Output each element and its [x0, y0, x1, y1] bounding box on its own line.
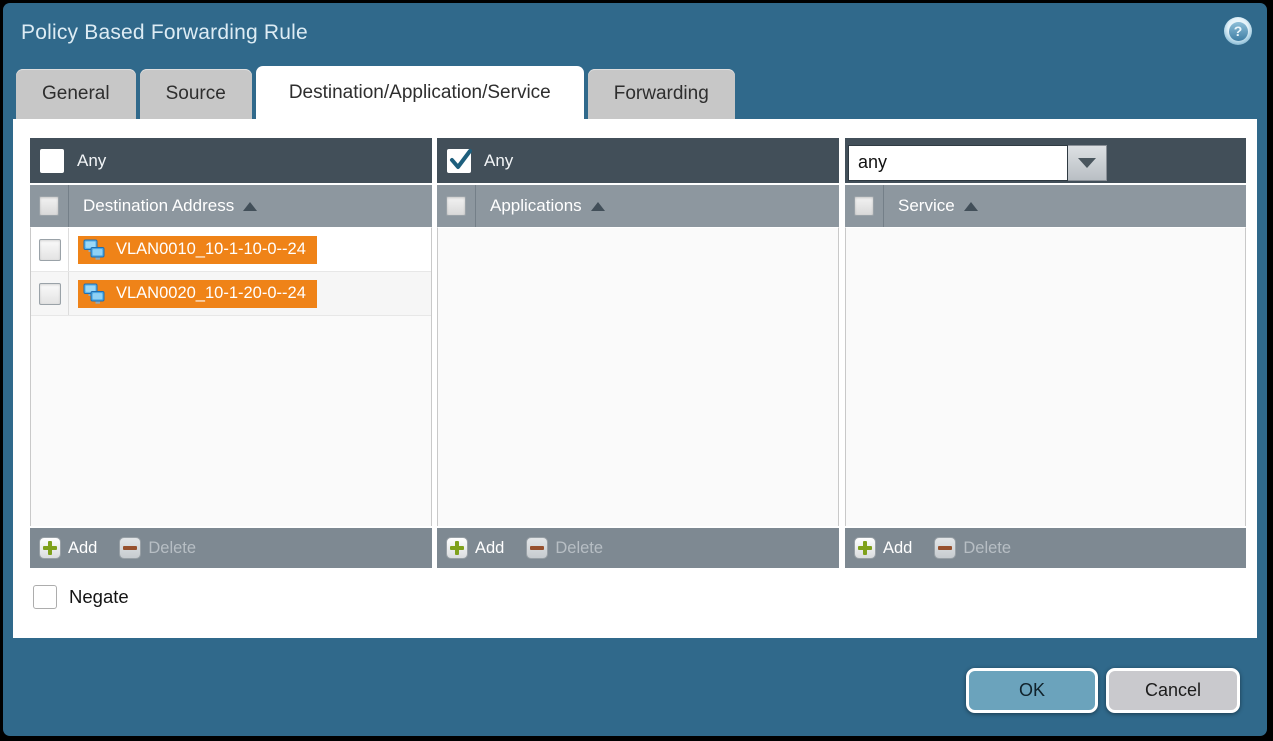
help-icon-glyph: ? — [1229, 22, 1248, 41]
address-object-chip[interactable]: VLAN0010_10-1-10-0--24 — [78, 236, 317, 264]
service-column-header: Service — [845, 183, 1246, 227]
delete-icon — [119, 537, 141, 559]
add-button[interactable]: Add — [39, 537, 97, 559]
tab-source[interactable]: Source — [140, 69, 252, 119]
delete-icon — [526, 537, 548, 559]
chevron-down-icon — [1078, 158, 1096, 168]
cancel-button[interactable]: Cancel — [1106, 668, 1240, 713]
row-checkbox[interactable] — [39, 283, 61, 305]
applications-any-label: Any — [484, 151, 513, 171]
applications-select-all-checkbox[interactable] — [446, 196, 466, 216]
service-list — [845, 227, 1246, 526]
applications-actions: Add Delete — [437, 526, 839, 568]
service-dropdown-input[interactable] — [848, 145, 1068, 181]
address-object-label: VLAN0010_10-1-10-0--24 — [116, 240, 306, 259]
service-select-all-checkbox[interactable] — [854, 196, 874, 216]
service-actions: Add Delete — [845, 526, 1246, 568]
ok-button[interactable]: OK — [966, 668, 1098, 713]
applications-column-header: Applications — [437, 183, 839, 227]
dialog-title: Policy Based Forwarding Rule — [21, 21, 308, 45]
sort-ascending-icon[interactable] — [964, 202, 978, 211]
delete-label: Delete — [963, 539, 1011, 558]
row-checkbox[interactable] — [39, 239, 61, 261]
applications-header-label[interactable]: Applications — [490, 196, 582, 216]
address-object-label: VLAN0020_10-1-20-0--24 — [116, 284, 306, 303]
add-button[interactable]: Add — [854, 537, 912, 559]
tab-general[interactable]: General — [16, 69, 136, 119]
applications-panel: Any Applications Add — [437, 138, 839, 568]
checkmark-icon — [448, 147, 474, 173]
delete-button[interactable]: Delete — [119, 537, 196, 559]
applications-any-checkbox[interactable] — [447, 149, 471, 173]
service-dropdown-bar — [845, 138, 1246, 183]
help-icon[interactable]: ? — [1224, 17, 1252, 45]
destination-actions: Add Delete — [30, 526, 432, 568]
tab-bar: General Source Destination/Application/S… — [16, 66, 735, 119]
tab-content: Any Destination Address — [13, 119, 1257, 638]
delete-label: Delete — [555, 539, 603, 558]
applications-list — [437, 227, 839, 526]
destination-list: VLAN0010_10-1-10-0--24 — [30, 227, 432, 526]
pbf-rule-dialog: Policy Based Forwarding Rule ? General S… — [3, 3, 1267, 736]
service-panel: Service Add Delete — [845, 138, 1246, 568]
destination-panel: Any Destination Address — [30, 138, 432, 568]
address-object-chip[interactable]: VLAN0020_10-1-20-0--24 — [78, 280, 317, 308]
tab-destination-application-service[interactable]: Destination/Application/Service — [256, 66, 584, 119]
add-icon — [39, 537, 61, 559]
sort-ascending-icon[interactable] — [591, 202, 605, 211]
pbf-rule-window: Policy Based Forwarding Rule ? General S… — [0, 0, 1273, 741]
network-icon — [83, 283, 109, 305]
add-label: Add — [883, 539, 912, 558]
add-label: Add — [475, 539, 504, 558]
destination-any-checkbox[interactable] — [40, 149, 64, 173]
service-dropdown — [848, 145, 1107, 181]
add-icon — [446, 537, 468, 559]
destination-any-bar: Any — [30, 138, 432, 183]
table-row: VLAN0010_10-1-10-0--24 — [31, 228, 431, 272]
dropdown-button[interactable] — [1068, 145, 1107, 181]
delete-icon — [934, 537, 956, 559]
sort-ascending-icon[interactable] — [243, 202, 257, 211]
network-icon — [83, 239, 109, 261]
negate-label: Negate — [69, 586, 129, 608]
table-row: VLAN0020_10-1-20-0--24 — [31, 272, 431, 316]
add-button[interactable]: Add — [446, 537, 504, 559]
destination-any-label: Any — [77, 151, 106, 171]
destination-header-label[interactable]: Destination Address — [83, 196, 234, 216]
delete-button[interactable]: Delete — [934, 537, 1011, 559]
destination-column-header: Destination Address — [30, 183, 432, 227]
negate-option: Negate — [33, 585, 129, 609]
add-icon — [854, 537, 876, 559]
service-header-label[interactable]: Service — [898, 196, 955, 216]
applications-any-bar: Any — [437, 138, 839, 183]
add-label: Add — [68, 539, 97, 558]
delete-button[interactable]: Delete — [526, 537, 603, 559]
destination-select-all-checkbox[interactable] — [39, 196, 59, 216]
tab-forwarding[interactable]: Forwarding — [588, 69, 735, 119]
negate-checkbox[interactable] — [33, 585, 57, 609]
delete-label: Delete — [148, 539, 196, 558]
